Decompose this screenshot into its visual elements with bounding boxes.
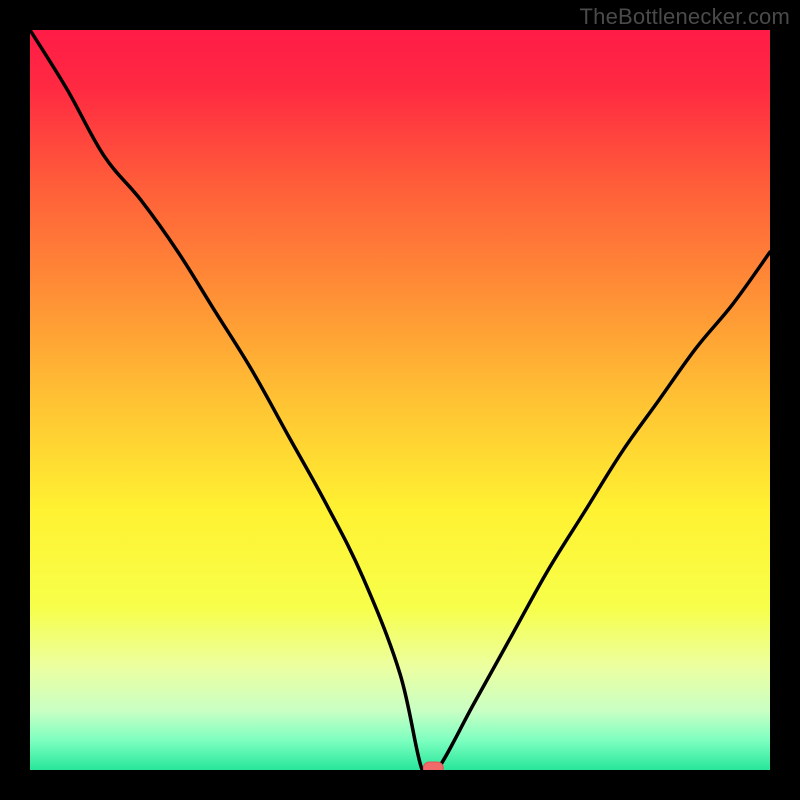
chart-frame: TheBottlenecker.com [0,0,800,800]
chart-plot-area [30,30,770,770]
optimal-marker [423,762,443,770]
chart-svg [30,30,770,770]
attribution-text: TheBottlenecker.com [580,4,790,30]
